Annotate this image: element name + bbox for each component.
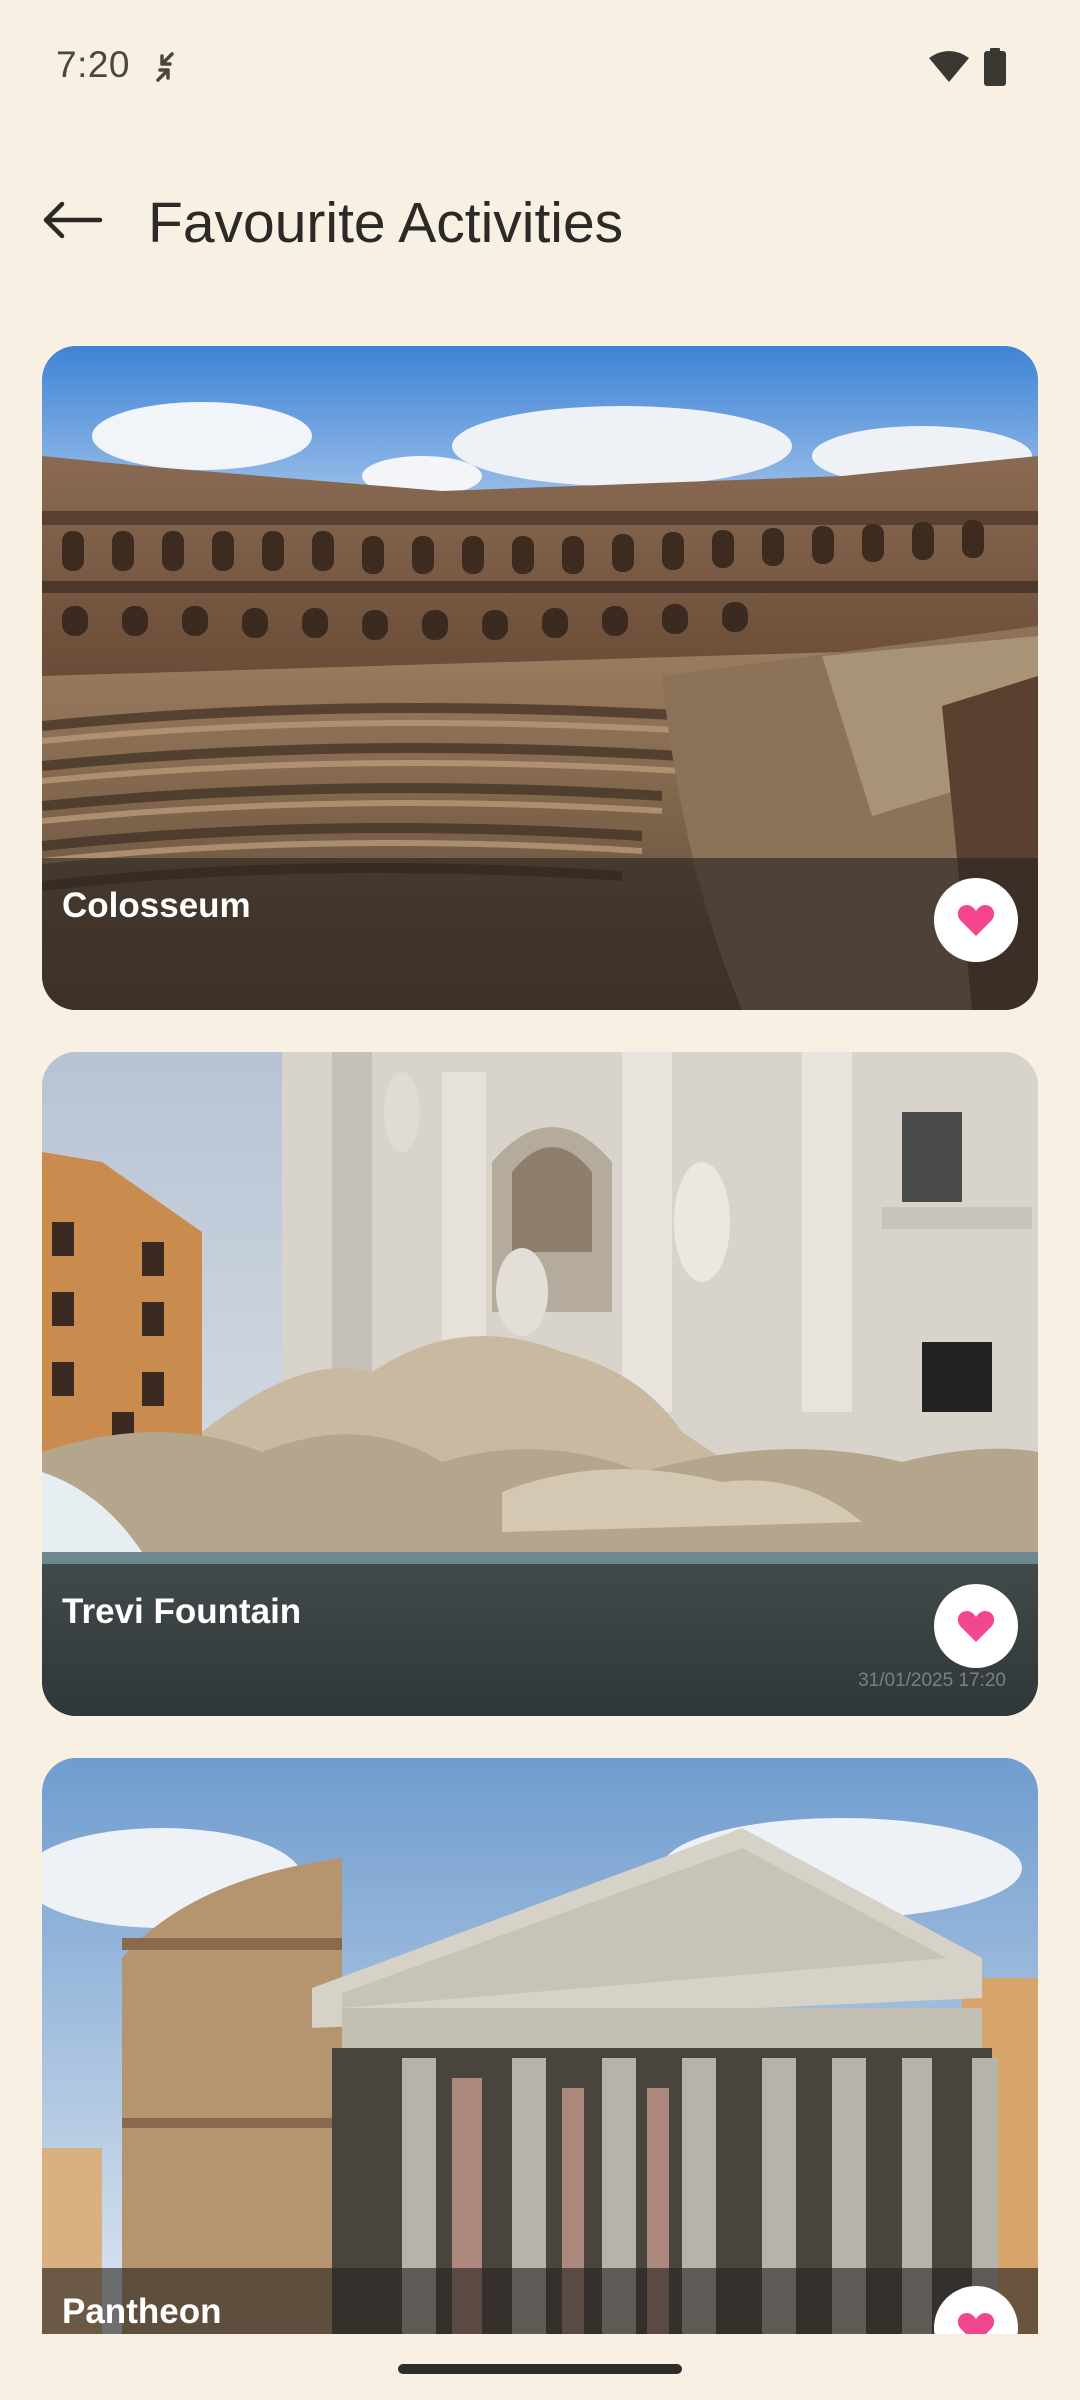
favorite-button[interactable]: [934, 1584, 1018, 1668]
screen: 7:20 Favourite Activities Colosseum 31/0…: [0, 0, 1080, 2400]
activity-title: Trevi Fountain: [62, 1592, 302, 1631]
heart-icon: [957, 905, 995, 936]
card-title-overlay: [42, 858, 1038, 1010]
battery-icon: [984, 48, 1006, 86]
status-time: 7:20: [56, 44, 131, 85]
wifi-icon: [929, 51, 969, 82]
favorite-button[interactable]: [934, 878, 1018, 962]
card-title-overlay: [42, 1564, 1038, 1716]
arrow-left-icon: [43, 201, 103, 239]
activity-title: Colosseum: [62, 886, 251, 925]
activity-title: Pantheon: [62, 2292, 222, 2331]
gesture-nav-handle[interactable]: [398, 2364, 682, 2374]
top-app-bar: Favourite Activities: [0, 160, 1080, 280]
heart-icon: [957, 2313, 995, 2334]
activity-card-pantheon[interactable]: Pantheon: [42, 1758, 1038, 2334]
back-button[interactable]: [30, 184, 114, 256]
pantheon-image: [42, 1758, 1038, 2334]
page-title: Favourite Activities: [148, 191, 624, 255]
status-bar: 7:20: [0, 0, 1080, 136]
sync-icon: [156, 52, 174, 82]
activity-card-colosseum[interactable]: Colosseum: [42, 346, 1038, 1010]
heart-icon: [957, 1611, 995, 1642]
activity-card-trevi-fountain[interactable]: 31/01/2025 17:20 Trevi Fountain: [42, 1052, 1038, 1716]
photo-timestamp: 31/01/2025 17:20: [858, 1670, 1006, 1691]
